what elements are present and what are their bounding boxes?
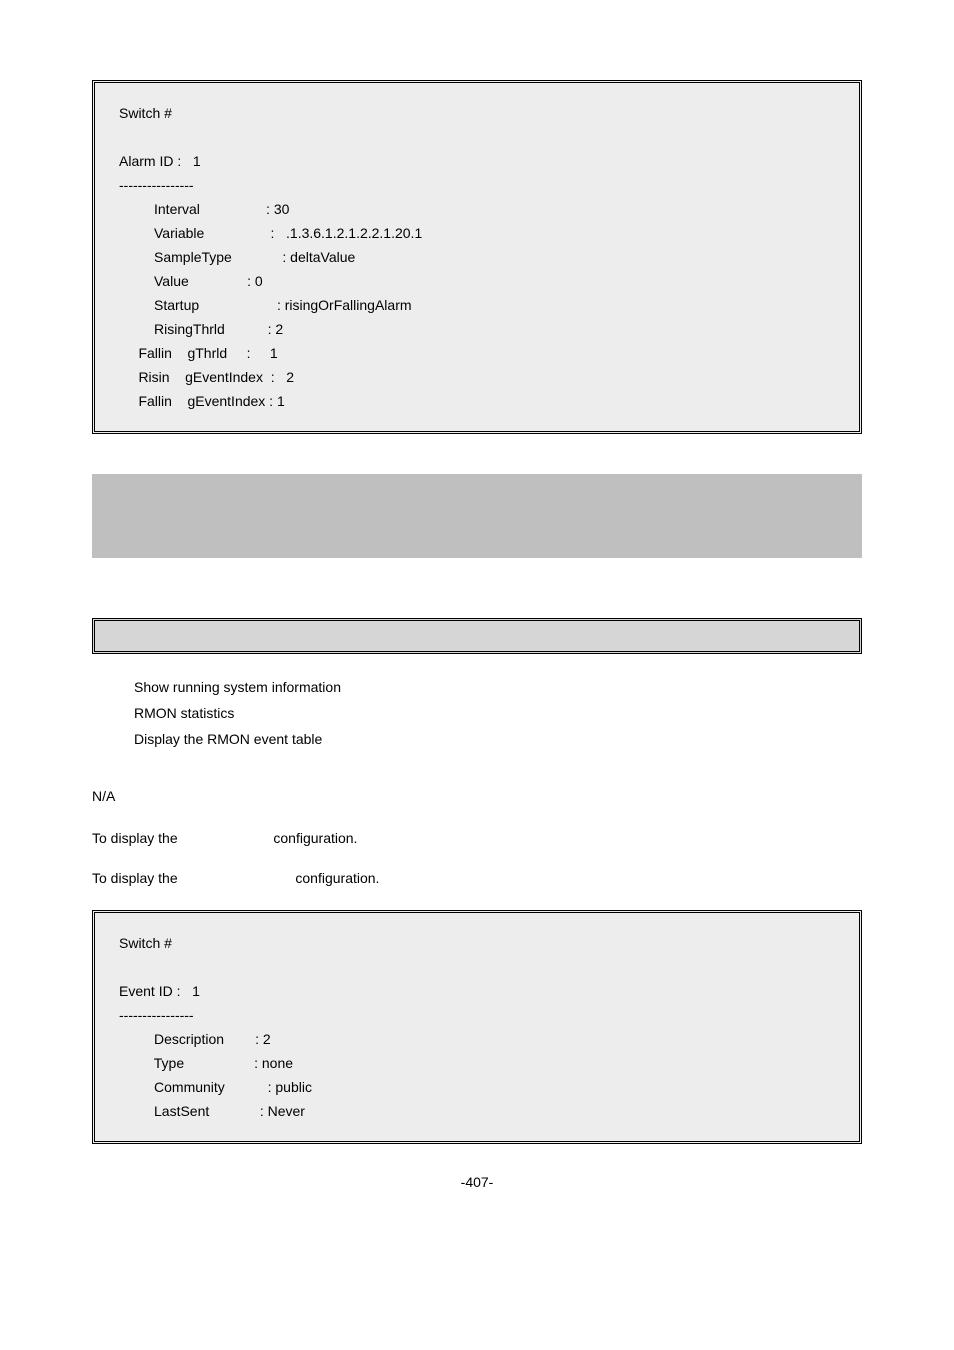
row: Risin gEventIndex : 2 <box>119 365 835 389</box>
row: Variable : .1.3.6.1.2.1.2.2.1.20.1 <box>119 221 835 245</box>
row: Type : none <box>119 1051 835 1075</box>
alarm-output-box: Switch # Alarm ID : 1 ---------------- I… <box>92 80 862 434</box>
row: SampleType : deltaValue <box>119 245 835 269</box>
gray-band <box>92 474 862 558</box>
description-list: Show running system information RMON sta… <box>134 674 862 752</box>
s2a: To display the <box>92 870 182 886</box>
row: LastSent : Never <box>119 1099 835 1123</box>
desc-line: Show running system information <box>134 674 862 700</box>
row: Interval : 30 <box>119 197 835 221</box>
prompt: Switch # <box>119 101 835 125</box>
empty-header-box <box>92 618 862 654</box>
row: RisingThrld : 2 <box>119 317 835 341</box>
alarm-id: Alarm ID : 1 <box>119 149 835 173</box>
event-output-box: Switch # Event ID : 1 ---------------- D… <box>92 910 862 1144</box>
dashes: ---------------- <box>119 1003 835 1027</box>
row: Value : 0 <box>119 269 835 293</box>
s1a: To display the <box>92 830 182 846</box>
desc-line: RMON statistics <box>134 700 862 726</box>
s1b: configuration. <box>273 830 357 846</box>
s2b: configuration. <box>295 870 379 886</box>
dashes: ---------------- <box>119 173 835 197</box>
prompt: Switch # <box>119 931 835 955</box>
desc-line: Display the RMON event table <box>134 726 862 752</box>
sentence-2: To display the configuration. <box>92 870 862 886</box>
row: Community : public <box>119 1075 835 1099</box>
row: Fallin gThrld : 1 <box>119 341 835 365</box>
row: Fallin gEventIndex : 1 <box>119 389 835 413</box>
na-label: N/A <box>92 788 862 804</box>
page-number: -407- <box>92 1174 862 1190</box>
blank <box>119 955 835 979</box>
blank <box>119 125 835 149</box>
row: Description : 2 <box>119 1027 835 1051</box>
event-id: Event ID : 1 <box>119 979 835 1003</box>
sentence-1: To display the configuration. <box>92 830 862 846</box>
row: Startup : risingOrFallingAlarm <box>119 293 835 317</box>
